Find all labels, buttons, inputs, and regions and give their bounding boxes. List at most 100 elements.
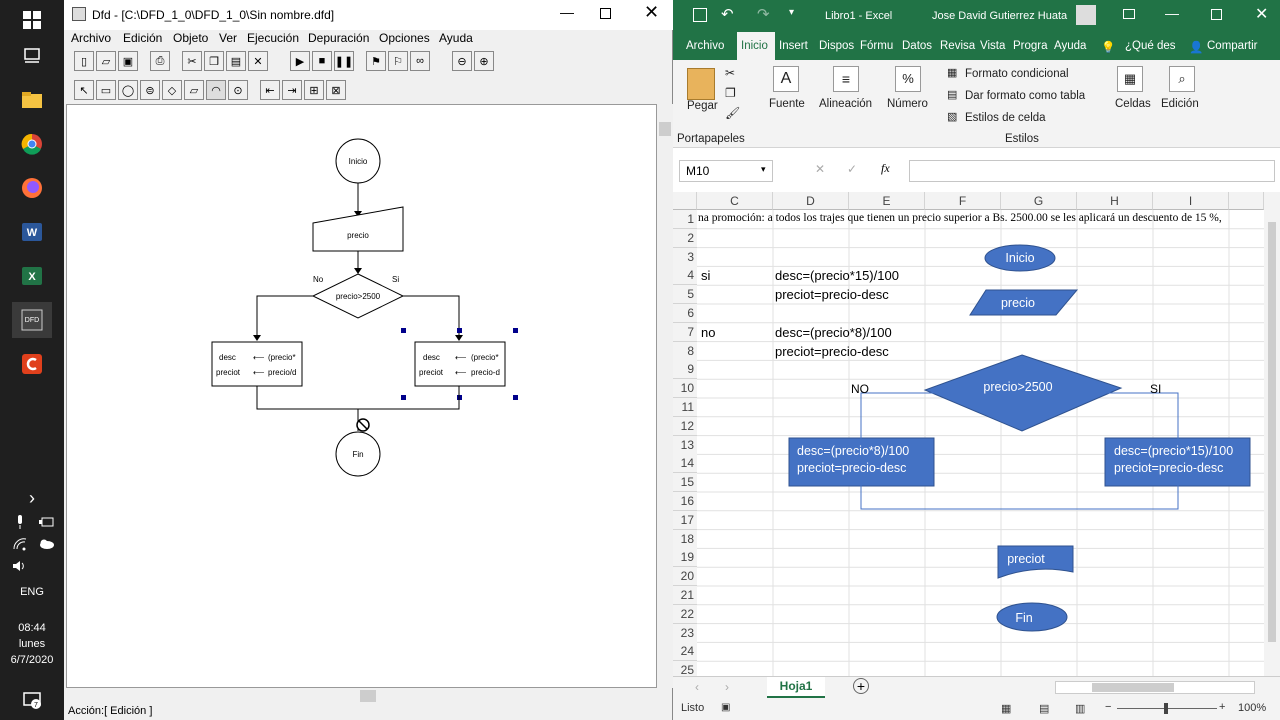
tab-insertar[interactable]: Insert — [779, 40, 808, 52]
menu-ver[interactable]: Ver — [219, 31, 237, 45]
tab-programador[interactable]: Progra — [1013, 40, 1048, 52]
menu-depuracion[interactable]: Depuración — [308, 31, 369, 45]
worksheet-grid[interactable]: C D E F G H I 1 2 3 4 5 6 7 8 9 10 11 12 13 14 15 16 17 1… — [673, 192, 1280, 681]
zoom-in-button[interactable]: + — [1219, 701, 1225, 713]
remove-subprogram-icon[interactable]: ⊠ — [326, 80, 346, 100]
paste-button[interactable]: Pegar — [687, 100, 718, 112]
chevron-down-icon[interactable]: ▾ — [761, 164, 766, 175]
name-box[interactable]: M10 — [679, 160, 773, 182]
cells-icon[interactable]: ▦ — [1117, 66, 1143, 92]
menu-ejecucion[interactable]: Ejecución — [247, 31, 299, 45]
save-icon[interactable]: ▣ — [118, 51, 138, 71]
horizontal-scrollbar[interactable] — [1055, 681, 1255, 694]
step-icon[interactable]: ⚑ — [366, 51, 386, 71]
menu-opciones[interactable]: Opciones — [379, 31, 430, 45]
copy-icon[interactable]: ❐ — [725, 86, 736, 100]
run-icon[interactable]: ▶ — [290, 51, 310, 71]
delete-icon[interactable]: ✕ — [248, 51, 268, 71]
quick-access-dropdown-icon[interactable]: ▾ — [789, 7, 794, 18]
hscroll-thumb[interactable] — [1092, 683, 1174, 692]
add-sheet-button[interactable]: + — [853, 678, 869, 694]
dfd-flowchart-canvas[interactable]: Inicio precio precio>2500 No Si desc ⟵ (… — [66, 104, 657, 688]
zoom-out-icon[interactable]: ⊖ — [452, 51, 472, 71]
maximize-button[interactable] — [1211, 9, 1222, 20]
insert-function-icon[interactable]: fx — [881, 161, 890, 176]
tab-ayuda[interactable]: Ayuda — [1054, 40, 1086, 52]
copy-icon[interactable]: ❐ — [204, 51, 224, 71]
dfd-horizontal-scrollbar[interactable] — [66, 688, 657, 704]
watch-icon[interactable]: ∞ — [410, 51, 430, 71]
avatar[interactable] — [1076, 5, 1096, 25]
font-icon[interactable]: A — [773, 66, 799, 92]
new-file-icon[interactable]: ▯ — [74, 51, 94, 71]
camtasia-icon[interactable] — [16, 348, 48, 380]
print-icon[interactable]: ⎙ — [150, 51, 170, 71]
windows-start-icon[interactable] — [16, 4, 48, 36]
language-indicator[interactable]: ENG — [0, 586, 64, 598]
tab-datos[interactable]: Datos — [902, 40, 932, 52]
number-button[interactable]: Número — [887, 98, 928, 110]
dfd-right-assign-node[interactable] — [414, 341, 506, 387]
pointer-icon[interactable]: ↖ — [74, 80, 94, 100]
tab-formulas[interactable]: Fórmu — [860, 40, 893, 52]
end-tool-icon[interactable]: ⊙ — [228, 80, 248, 100]
subprogram-call-icon[interactable]: ⇥ — [282, 80, 302, 100]
ribbon-display-icon[interactable] — [1123, 9, 1135, 19]
format-as-table-button[interactable]: Dar formato como tabla — [965, 90, 1085, 102]
tab-archivo[interactable]: Archivo — [686, 40, 724, 52]
macro-record-icon[interactable]: ▣ — [721, 702, 730, 713]
minimize-button[interactable]: — — [560, 4, 574, 20]
menu-edicion[interactable]: Edición — [123, 31, 162, 45]
menu-archivo[interactable]: Archivo — [71, 31, 111, 45]
cells-button[interactable]: Celdas — [1115, 98, 1151, 110]
notification-center-icon[interactable]: 7 — [16, 684, 48, 716]
formula-input[interactable] — [909, 160, 1275, 182]
menu-ayuda[interactable]: Ayuda — [439, 31, 473, 45]
cycle-tool-icon[interactable]: ◯ — [118, 80, 138, 100]
menu-objeto[interactable]: Objeto — [173, 31, 208, 45]
tell-me-search[interactable]: ¿Qué des — [1125, 40, 1176, 52]
assign-tool-icon[interactable]: ▭ — [96, 80, 116, 100]
next-sheet-icon[interactable]: › — [725, 680, 729, 694]
file-explorer-icon[interactable] — [16, 84, 48, 116]
minimize-button[interactable]: — — [1165, 5, 1179, 21]
paste-icon[interactable] — [687, 68, 715, 100]
dfd-hscroll-thumb[interactable] — [360, 690, 376, 702]
write-tool-icon[interactable]: ◠ — [206, 80, 226, 100]
tab-disposicion[interactable]: Dispos — [819, 40, 854, 52]
save-icon[interactable] — [693, 8, 707, 22]
maximize-button[interactable] — [600, 8, 611, 19]
clock-time[interactable]: 08:44 — [0, 622, 64, 634]
cut-icon[interactable]: ✂ — [182, 51, 202, 71]
task-view-icon[interactable] — [16, 40, 48, 72]
undo-icon[interactable]: ↶ — [721, 5, 734, 23]
add-subprogram-icon[interactable]: ⊞ — [304, 80, 324, 100]
subprogram-tool-icon[interactable]: ⇤ — [260, 80, 280, 100]
cancel-formula-icon[interactable]: ✕ — [815, 162, 825, 176]
cell-styles-button[interactable]: Estilos de celda — [965, 112, 1046, 124]
zoom-out-button[interactable]: − — [1105, 701, 1111, 713]
zoom-slider-thumb[interactable] — [1164, 703, 1168, 714]
zoom-level[interactable]: 100% — [1238, 702, 1266, 714]
conditional-format-button[interactable]: Formato condicional — [965, 68, 1069, 80]
tab-vista[interactable]: Vista — [980, 40, 1005, 52]
dfd-left-assign-node[interactable] — [211, 341, 303, 387]
prev-sheet-icon[interactable]: ‹ — [695, 680, 699, 694]
editing-button[interactable]: Edición — [1161, 98, 1199, 110]
search-icon[interactable]: ⌕ — [1169, 66, 1195, 92]
firefox-icon[interactable] — [16, 172, 48, 204]
debug-step-icon[interactable]: ⚐ — [388, 51, 408, 71]
vertical-scrollbar[interactable] — [1264, 192, 1280, 676]
dfd-vertical-scrollbar[interactable] — [657, 104, 673, 688]
chrome-icon[interactable] — [16, 128, 48, 160]
normal-view-icon[interactable]: ▦ — [1001, 702, 1011, 715]
format-painter-icon[interactable]: 🖌 — [725, 106, 740, 120]
font-button[interactable]: Fuente — [769, 98, 805, 110]
read-tool-icon[interactable]: ▱ — [184, 80, 204, 100]
tab-revisar[interactable]: Revisa — [940, 40, 975, 52]
dfd-vscroll-thumb[interactable] — [659, 122, 671, 136]
alignment-button[interactable]: Alineación — [819, 98, 872, 110]
enter-formula-icon[interactable]: ✓ — [847, 162, 857, 176]
for-tool-icon[interactable]: ⊜ — [140, 80, 160, 100]
share-button[interactable]: Compartir — [1207, 40, 1257, 52]
